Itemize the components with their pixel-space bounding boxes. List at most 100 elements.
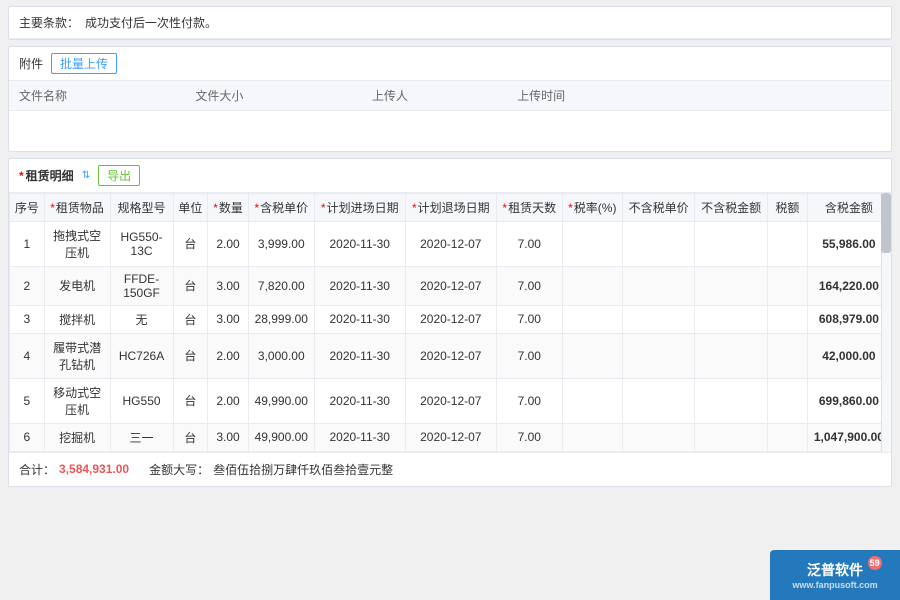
col-header-seq: 序号: [10, 193, 45, 221]
cell-total: 55,986.00: [807, 221, 890, 266]
col-header-tax: *税率(%): [562, 193, 622, 221]
sort-icon[interactable]: ⇅: [82, 170, 90, 181]
cell-item: 挖掘机: [44, 423, 110, 451]
cell-qty: 3.00: [208, 266, 249, 305]
amount-value: 叁佰伍拾捌万肆仟玖佰叁拾壹元整: [213, 461, 393, 478]
cell-item: 履带式潜孔钻机: [44, 333, 110, 378]
cell-tax_amount: [767, 266, 807, 305]
cell-start_date: 2020-11-30: [314, 378, 405, 423]
col-header-qty: *数量: [208, 193, 249, 221]
table-row: 3搅拌机无台3.0028,999.002020-11-302020-12-077…: [10, 305, 891, 333]
cell-end_date: 2020-12-07: [405, 305, 496, 333]
cell-price: 49,900.00: [248, 423, 314, 451]
cell-tax_rate: [562, 378, 622, 423]
attach-col-extra4: [839, 81, 891, 111]
col-header-days: *租赁天数: [496, 193, 562, 221]
cell-notax_amount: [695, 221, 768, 266]
cell-spec: HG550: [110, 378, 173, 423]
cell-notax_amount: [695, 378, 768, 423]
cell-item: 移动式空压机: [44, 378, 110, 423]
cell-unit: 台: [173, 305, 208, 333]
table-row: 1拖拽式空压机HG550-13C台2.003,999.002020-11-302…: [10, 221, 891, 266]
attach-col-name: 文件名称: [9, 81, 185, 111]
cell-unit: 台: [173, 423, 208, 451]
cell-total: 1,047,900.00: [807, 423, 890, 451]
table-row: 4履带式潜孔钻机HC726A台2.003,000.002020-11-30202…: [10, 333, 891, 378]
cell-end_date: 2020-12-07: [405, 423, 496, 451]
cell-days: 7.00: [496, 423, 562, 451]
cell-tax_amount: [767, 305, 807, 333]
cell-seq: 3: [10, 305, 45, 333]
col-header-end: *计划退场日期: [405, 193, 496, 221]
cell-seq: 1: [10, 221, 45, 266]
cell-notax_price: [622, 266, 695, 305]
cell-seq: 6: [10, 423, 45, 451]
cell-spec: HG550-13C: [110, 221, 173, 266]
cell-tax_amount: [767, 423, 807, 451]
total-label: 合计：: [19, 461, 55, 478]
cell-notax_price: [622, 305, 695, 333]
cell-unit: 台: [173, 221, 208, 266]
cell-price: 3,000.00: [248, 333, 314, 378]
table-row: 5移动式空压机HG550台2.0049,990.002020-11-302020…: [10, 378, 891, 423]
cell-qty: 2.00: [208, 221, 249, 266]
cell-qty: 2.00: [208, 333, 249, 378]
attach-title: 附件: [19, 55, 43, 72]
cell-seq: 4: [10, 333, 45, 378]
cell-price: 49,990.00: [248, 378, 314, 423]
cell-days: 7.00: [496, 333, 562, 378]
cell-seq: 2: [10, 266, 45, 305]
cell-tax_amount: [767, 221, 807, 266]
cell-tax_amount: [767, 333, 807, 378]
cell-notax_price: [622, 221, 695, 266]
rental-footer: 合计： 3,584,931.00 金额大写： 叁佰伍拾捌万肆仟玖佰叁拾壹元整: [9, 452, 891, 486]
cell-tax_amount: [767, 378, 807, 423]
cell-total: 608,979.00: [807, 305, 890, 333]
cell-seq: 5: [10, 378, 45, 423]
col-header-notax-price: 不含税单价: [622, 193, 695, 221]
cell-notax_price: [622, 378, 695, 423]
cell-tax_rate: [562, 305, 622, 333]
cell-item: 搅拌机: [44, 305, 110, 333]
main-terms-value: 成功支付后一次性付款。: [85, 14, 217, 31]
cell-start_date: 2020-11-30: [314, 266, 405, 305]
attach-col-uploader: 上传人: [362, 81, 507, 111]
export-button[interactable]: 导出: [98, 165, 140, 186]
col-header-spec: 规格型号: [110, 193, 173, 221]
cell-item: 拖拽式空压机: [44, 221, 110, 266]
cell-start_date: 2020-11-30: [314, 305, 405, 333]
cell-tax_rate: [562, 423, 622, 451]
cell-unit: 台: [173, 378, 208, 423]
cell-total: 164,220.00: [807, 266, 890, 305]
cell-qty: 3.00: [208, 305, 249, 333]
col-header-unit: 单位: [173, 193, 208, 221]
cell-notax_amount: [695, 423, 768, 451]
cell-total: 42,000.00: [807, 333, 890, 378]
cell-start_date: 2020-11-30: [314, 221, 405, 266]
cell-end_date: 2020-12-07: [405, 378, 496, 423]
brand-url: www.fanpusoft.com: [792, 580, 877, 590]
amount-label: 金额大写：: [149, 461, 209, 478]
cell-notax_amount: [695, 305, 768, 333]
table-row: 6挖掘机三一台3.0049,900.002020-11-302020-12-07…: [10, 423, 891, 451]
cell-tax_rate: [562, 266, 622, 305]
cell-notax_price: [622, 423, 695, 451]
col-header-item: *租赁物品: [44, 193, 110, 221]
cell-spec: FFDE-150GF: [110, 266, 173, 305]
cell-spec: 三一: [110, 423, 173, 451]
cell-start_date: 2020-11-30: [314, 423, 405, 451]
col-header-total: 含税金额: [807, 193, 890, 221]
col-header-start: *计划进场日期: [314, 193, 405, 221]
attach-col-time: 上传时间: [507, 81, 683, 111]
cell-unit: 台: [173, 266, 208, 305]
cell-price: 7,820.00: [248, 266, 314, 305]
cell-notax_price: [622, 333, 695, 378]
col-header-price: *含税单价: [248, 193, 314, 221]
brand-name: 泛普软件: [807, 562, 863, 578]
attach-col-extra1: [684, 81, 736, 111]
col-header-notax-amount: 不含税金额: [695, 193, 768, 221]
cell-price: 28,999.00: [248, 305, 314, 333]
cell-tax_rate: [562, 221, 622, 266]
batch-upload-button[interactable]: 批量上传: [51, 53, 117, 74]
rental-detail-title: 租赁明细: [19, 167, 74, 184]
